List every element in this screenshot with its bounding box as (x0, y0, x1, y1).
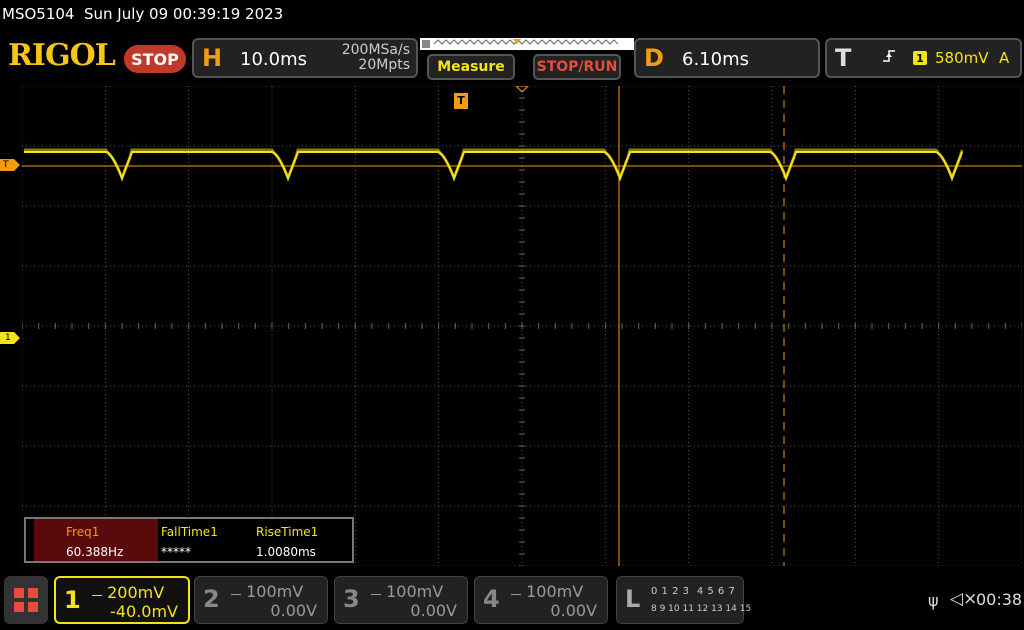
trigger-panel[interactable]: T 1 580mV A (825, 38, 1022, 78)
delay-letter: D (644, 44, 664, 72)
trigger-position-marker[interactable]: T (454, 93, 468, 109)
rising-edge-icon (881, 48, 897, 68)
waveform-overview-strip[interactable] (420, 38, 634, 50)
logic-channels-row-2: 8 9 10 11 12 13 14 15 (651, 604, 752, 614)
channel-2-box[interactable]: 2 ⎯⎯ 100mV 0.00V (194, 576, 328, 624)
dc-coupling-icon: ⎯⎯ (371, 589, 381, 600)
channel-1-offset: -40.0mV (110, 602, 178, 621)
delay-panel[interactable]: D 6.10ms (634, 38, 820, 78)
waveform-display[interactable] (22, 86, 1022, 566)
waveform-trace-noise (24, 148, 964, 183)
sample-rate: 200MSa/s (341, 42, 410, 58)
trigger-mode: A (999, 49, 1010, 67)
meas-value-freq: 60.388Hz (66, 545, 124, 559)
usb-icon: ψ (928, 591, 939, 610)
channel-4-number: 4 (483, 585, 500, 613)
trigger-source-badge: 1 (913, 51, 927, 65)
channel-3-scale: ⎯⎯ 100mV (371, 582, 444, 601)
ch1-ground-marker[interactable]: 1 (0, 332, 20, 344)
trigger-level-marker[interactable]: T (0, 159, 20, 171)
meas-value-risetime: 1.0080ms (256, 545, 316, 559)
rigol-logo: RIGOL (8, 38, 116, 73)
channel-2-scale: ⎯⎯ 100mV (231, 582, 304, 601)
model-label: MSO5104 (2, 5, 75, 23)
acquisition-info: 200MSa/s 20Mpts (326, 43, 410, 73)
speaker-muted-icon[interactable]: ◁× (950, 589, 977, 609)
logic-analyzer-box[interactable]: L 0 1 2 3 4 5 6 7 8 9 10 11 12 13 14 15 (616, 576, 751, 624)
channel-3-box[interactable]: 3 ⎯⎯ 100mV 0.00V (334, 576, 468, 624)
meas-header-risetime[interactable]: RiseTime1 (256, 525, 318, 539)
horizontal-letter: H (202, 44, 223, 72)
delay-value: 6.10ms (682, 49, 749, 70)
logic-channels-row-1: 0 1 2 3 4 5 6 7 (651, 586, 736, 597)
trigger-letter: T (835, 44, 852, 72)
run-state-badge[interactable]: STOP (124, 45, 186, 73)
channel-2-number: 2 (203, 585, 220, 613)
channel-4-box[interactable]: 4 ⎯⎯ 100mV 0.00V (474, 576, 608, 624)
channel-1-box[interactable]: 1 ⎯⎯ 200mV -40.0mV (54, 576, 190, 624)
dc-coupling-icon: ⎯⎯ (231, 589, 241, 600)
datetime-label: Sun July 09 00:39:19 2023 (84, 5, 284, 23)
grid-menu-icon (14, 588, 38, 612)
channel-4-scale: ⎯⎯ 100mV (511, 582, 584, 601)
meas-header-freq[interactable]: Freq1 (66, 525, 99, 539)
channel-1-number: 1 (64, 586, 81, 614)
graticule-center (22, 86, 1022, 566)
measure-button[interactable]: Measure (427, 54, 515, 80)
channel-1-scale: ⎯⎯ 200mV (92, 583, 165, 602)
memory-depth: 20Mpts (358, 57, 410, 73)
timebase-value: 10.0ms (240, 49, 307, 70)
meas-header-falltime[interactable]: FallTime1 (161, 525, 218, 539)
dc-coupling-icon: ⎯⎯ (511, 589, 521, 600)
meas-value-falltime: ***** (161, 545, 191, 559)
waveform-trace (24, 151, 963, 181)
channel-3-number: 3 (343, 585, 360, 613)
title-line: MSO5104 Sun July 09 00:39:19 2023 (2, 5, 283, 23)
trigger-level: 580mV (935, 49, 989, 67)
menu-button[interactable] (4, 576, 48, 624)
dc-coupling-icon: ⎯⎯ (92, 590, 102, 601)
stop-run-button[interactable]: STOP/RUN (533, 54, 621, 80)
channel-4-offset: 0.00V (550, 601, 597, 620)
channel-2-offset: 0.00V (270, 601, 317, 620)
channel-3-offset: 0.00V (410, 601, 457, 620)
logic-letter: L (625, 585, 641, 613)
status-clock: 00:38 (976, 590, 1023, 609)
horizontal-panel[interactable]: H 10.0ms 200MSa/s 20Mpts (192, 38, 418, 78)
